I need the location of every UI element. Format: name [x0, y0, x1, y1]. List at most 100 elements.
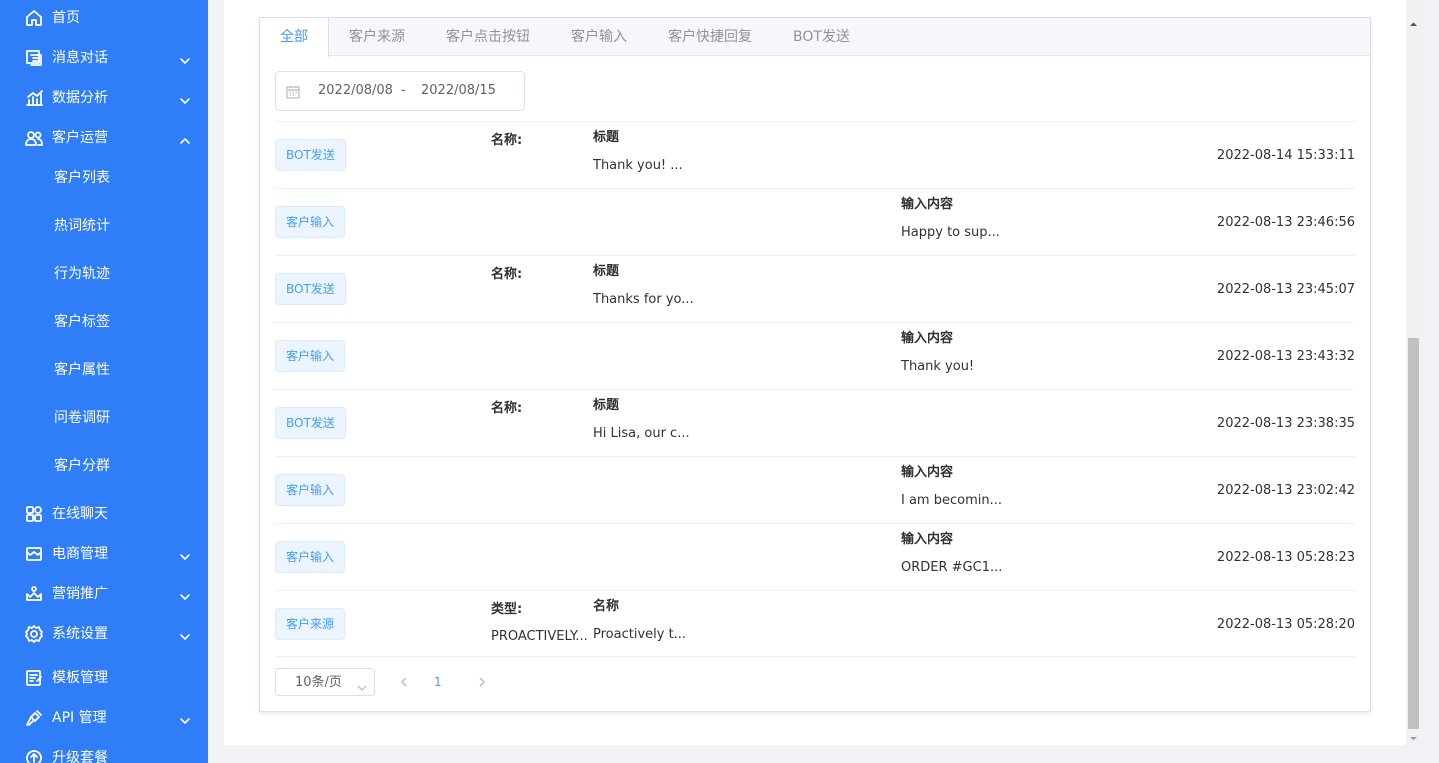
field-label-3: 输入内容 [901, 465, 954, 480]
nav-item-home[interactable]: 首页 [0, 0, 208, 38]
scroll-up-arrow-icon[interactable] [1406, 17, 1421, 32]
scrollbar[interactable] [1406, 0, 1421, 746]
event-timestamp: 2022-08-14 15:33:11 [1216, 148, 1355, 163]
date-end[interactable]: 2022/08/15 [421, 83, 496, 99]
date-separator: - [401, 83, 406, 98]
field-label-3: 输入内容 [901, 532, 954, 547]
nav-item-customer-ops[interactable]: 客户运营 [0, 118, 208, 158]
nav-item-ecommerce[interactable]: 电商管理 [0, 534, 208, 574]
chat-icon [24, 48, 44, 68]
chevron-down-icon [179, 548, 191, 560]
event-type-tag[interactable]: BOT发送 [275, 139, 346, 171]
upgrade-icon [24, 748, 44, 763]
field-label-2: 标题 [593, 264, 620, 279]
page-size-label: 10条/页 [295, 675, 342, 690]
field-value-3: Happy to sup... [901, 225, 1000, 240]
tab-customer-input[interactable]: 客户输入 [571, 18, 627, 56]
chevron-up-icon [179, 132, 191, 144]
page-number-current[interactable]: 1 [434, 673, 442, 691]
timeline-card: 全部 客户来源 客户点击按钮 客户输入 客户快捷回复 BOT发送 2022/08… [259, 17, 1371, 712]
pagination: 10条/页 1 [275, 668, 875, 696]
tab-all[interactable]: 全部 [260, 18, 329, 57]
timeline-row: BOT发送 名称: 标题 Thanks for yo... 2022-08-13 23:… [275, 255, 1355, 322]
event-type-tag[interactable]: 客户输入 [275, 206, 346, 238]
event-type-tag[interactable]: BOT发送 [275, 407, 346, 439]
sub-item-behavior[interactable]: 行为轨迹 [0, 254, 208, 294]
date-start[interactable]: 2022/08/08 [318, 83, 393, 99]
timeline-row: 客户输入 输入内容 ORDER #GC1... 2022-08-13 05:28:23 [275, 523, 1355, 590]
sub-item-hot-words[interactable]: 热词统计 [0, 206, 208, 246]
nav-item-marketing[interactable]: 营销推广 [0, 574, 208, 614]
tab-quick-reply[interactable]: 客户快捷回复 [668, 18, 752, 56]
chart-icon [24, 88, 44, 108]
event-type-tag[interactable]: 客户来源 [275, 608, 346, 640]
nav-item-messages[interactable]: 消息对话 [0, 38, 208, 78]
nav-item-templates[interactable]: 模板管理 [0, 658, 208, 698]
nav-label: 升级套餐 [52, 750, 108, 763]
event-type-tag[interactable]: BOT发送 [275, 273, 346, 305]
nav-label: 在线聊天 [52, 506, 108, 522]
field-value-1: PROACTIVELY... [491, 629, 588, 644]
field-label-2: 标题 [593, 130, 620, 145]
timeline-row: 客户来源 类型: PROACTIVELY... 名称 Proactively t... 2… [275, 590, 1355, 657]
nav-item-analytics[interactable]: 数据分析 [0, 78, 208, 118]
sidebar: 首页 消息对话 数据分析 客户运营 客户列表 热词统计 行为轨迹 客户标签 客户… [0, 0, 208, 763]
field-value-2: Thanks for yo... [593, 292, 694, 307]
sub-item-label: 行为轨迹 [54, 266, 110, 282]
nav-item-settings[interactable]: 系统设置 [0, 614, 208, 654]
nav-item-upgrade[interactable]: 升级套餐 [0, 738, 208, 763]
nav-label: API 管理 [52, 710, 107, 726]
template-icon [24, 668, 44, 688]
event-timestamp: 2022-08-13 05:28:20 [1216, 617, 1355, 632]
timeline-list: BOT发送 名称: 标题 Thank you! ... 2022-08-14 15:33… [275, 121, 1355, 657]
field-value-2: Hi Lisa, our c... [593, 426, 690, 441]
event-timestamp: 2022-08-13 23:45:07 [1216, 282, 1355, 297]
tab-customer-source[interactable]: 客户来源 [349, 18, 405, 56]
home-icon [24, 8, 44, 28]
field-value-2: Thank you! ... [593, 158, 683, 173]
tab-bar: 全部 客户来源 客户点击按钮 客户输入 客户快捷回复 BOT发送 [260, 18, 1370, 57]
event-type-tag[interactable]: 客户输入 [275, 340, 346, 372]
chevron-down-icon [179, 628, 191, 640]
apps-icon [24, 504, 44, 524]
sub-item-label: 客户列表 [54, 170, 110, 186]
nav-label: 模板管理 [52, 670, 108, 686]
nav-item-live-chat[interactable]: 在线聊天 [0, 494, 208, 534]
chevron-down-icon [179, 52, 191, 64]
sub-item-attributes[interactable]: 客户属性 [0, 350, 208, 390]
sub-item-label: 客户标签 [54, 314, 110, 330]
nav-label: 营销推广 [52, 586, 108, 602]
field-value-2: Proactively t... [593, 627, 687, 642]
event-timestamp: 2022-08-13 23:38:35 [1216, 416, 1355, 431]
sub-item-segments[interactable]: 客户分群 [0, 446, 208, 486]
field-label-2: 标题 [593, 398, 620, 413]
sub-item-label: 客户分群 [54, 458, 110, 474]
field-label-1: 名称: [491, 401, 523, 416]
field-value-3: Thank you! [901, 359, 975, 374]
event-type-tag[interactable]: 客户输入 [275, 474, 346, 506]
sub-item-customer-list[interactable]: 客户列表 [0, 158, 208, 198]
nav-item-api[interactable]: API 管理 [0, 698, 208, 738]
nav-label: 客户运营 [52, 130, 108, 146]
event-timestamp: 2022-08-13 23:02:42 [1216, 483, 1355, 498]
chevron-down-icon [357, 678, 367, 692]
next-page-button[interactable] [473, 673, 491, 691]
prev-page-button[interactable] [395, 673, 413, 691]
nav-label: 系统设置 [52, 626, 108, 642]
page-size-select[interactable]: 10条/页 [275, 668, 375, 696]
sub-item-tags[interactable]: 客户标签 [0, 302, 208, 342]
sub-item-survey[interactable]: 问卷调研 [0, 398, 208, 438]
field-label-1: 名称: [491, 133, 523, 148]
sub-item-label: 问卷调研 [54, 410, 110, 426]
timeline-row: 客户输入 输入内容 Happy to sup... 2022-08-13 23:46:… [275, 188, 1355, 255]
event-timestamp: 2022-08-13 23:46:56 [1216, 215, 1355, 230]
date-range-picker[interactable]: 2022/08/08 - 2022/08/15 [275, 71, 525, 111]
event-type-tag[interactable]: 客户输入 [275, 541, 346, 573]
tab-bot-send[interactable]: BOT发送 [793, 18, 850, 56]
timeline-row: 客户输入 输入内容 I am becomin... 2022-08-13 23:02:… [275, 456, 1355, 523]
sub-item-label: 客户属性 [54, 362, 110, 378]
field-label-3: 输入内容 [901, 197, 954, 212]
scroll-down-arrow-icon[interactable] [1406, 731, 1421, 746]
tab-customer-click[interactable]: 客户点击按钮 [446, 18, 530, 56]
scrollbar-thumb[interactable] [1408, 338, 1419, 729]
